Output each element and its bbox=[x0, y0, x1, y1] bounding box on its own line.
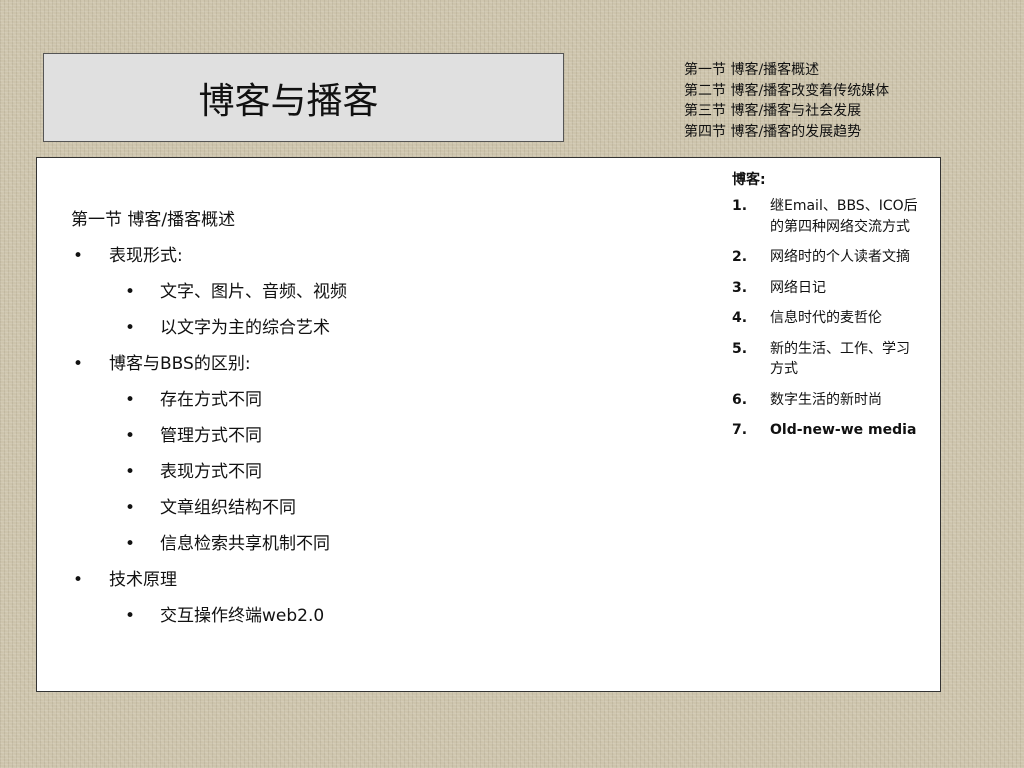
item-number: 2. bbox=[732, 249, 748, 265]
bullet: • bbox=[125, 498, 136, 518]
sub-list-item-text: 文字、图片、音频、视频 bbox=[160, 282, 347, 302]
item-text: 网络日记 bbox=[770, 279, 826, 296]
list-item: • 博客与BBS的区别: bbox=[71, 346, 347, 382]
sub-list-item: • 以文字为主的综合艺术 bbox=[71, 310, 347, 346]
sub-list-item: • 表现方式不同 bbox=[71, 454, 347, 490]
slide-title: 博客与播客 bbox=[198, 80, 379, 122]
list-item-text: 博客与BBS的区别: bbox=[109, 354, 251, 374]
main-outline: 第一节 博客/播客概述 • 表现形式: • 文字、图片、音频、视频 • 以文字为… bbox=[71, 202, 347, 634]
side-list-item: 4. 信息时代的麦哲伦 bbox=[732, 308, 922, 329]
toc-item: 第四节 博客/播客的发展趋势 bbox=[684, 123, 862, 140]
list-item: • 表现形式: bbox=[71, 238, 347, 274]
sub-list-item-text: 存在方式不同 bbox=[160, 390, 262, 410]
toc-item: 第三节 博客/播客与社会发展 bbox=[684, 103, 862, 119]
item-text: 新的生活、工作、学习方式 bbox=[770, 340, 910, 378]
item-text: 信息时代的麦哲伦 bbox=[770, 310, 882, 326]
sub-list-item-text: 信息检索共享机制不同 bbox=[160, 534, 330, 554]
toc-item: 第二节 博客/播客改变着传统媒体 bbox=[684, 82, 890, 99]
section-heading: 第一节 博客/播客概述 bbox=[71, 202, 347, 238]
sub-list-item-text: 管理方式不同 bbox=[160, 426, 262, 446]
bullet: • bbox=[73, 246, 84, 266]
item-text: 继Email、BBS、ICO后的第四种网络交流方式 bbox=[770, 198, 918, 235]
side-heading: 博客: bbox=[732, 172, 766, 188]
sub-list-item-text: 文章组织结构不同 bbox=[160, 498, 296, 518]
content-panel: 第一节 博客/播客概述 • 表现形式: • 文字、图片、音频、视频 • 以文字为… bbox=[36, 157, 941, 692]
table-of-contents: 第一节 博客/播客概述 第二节 博客/播客改变着传统媒体 第三节 博客/播客与社… bbox=[684, 60, 889, 142]
sub-list-item-text: 以文字为主的综合艺术 bbox=[160, 318, 330, 338]
item-number: 3. bbox=[732, 279, 748, 296]
item-number: 7. bbox=[732, 422, 748, 438]
sub-list-item: • 文字、图片、音频、视频 bbox=[71, 274, 347, 310]
sub-list-item: • 信息检索共享机制不同 bbox=[71, 526, 347, 562]
bullet: • bbox=[125, 606, 136, 626]
item-text: 网络时的个人读者文摘 bbox=[770, 249, 910, 265]
sub-list-item: • 交互操作终端web2.0 bbox=[71, 598, 347, 634]
title-box: 博客与播客 bbox=[43, 53, 564, 142]
sub-list-item-text: 表现方式不同 bbox=[160, 462, 262, 482]
bullet: • bbox=[125, 426, 136, 446]
side-list: 博客: 1. 继Email、BBS、ICO后的第四种网络交流方式 2. 网络时的… bbox=[732, 170, 922, 451]
sub-list-item: • 文章组织结构不同 bbox=[71, 490, 347, 526]
toc-item: 第一节 博客/播客概述 bbox=[684, 62, 820, 78]
item-number: 6. bbox=[732, 391, 748, 408]
side-list-item: 5. 新的生活、工作、学习方式 bbox=[732, 339, 922, 380]
bullet: • bbox=[125, 318, 136, 338]
bullet: • bbox=[73, 354, 84, 374]
list-item-text: 技术原理 bbox=[109, 570, 177, 590]
side-list-item: 6. 数字生活的新时尚 bbox=[732, 390, 922, 411]
bullet: • bbox=[73, 570, 84, 590]
bullet: • bbox=[125, 462, 136, 482]
item-text: Old-new-we media bbox=[770, 422, 917, 438]
bullet: • bbox=[125, 390, 136, 410]
list-item: • 技术原理 bbox=[71, 562, 347, 598]
side-list-item: 2. 网络时的个人读者文摘 bbox=[732, 247, 922, 268]
item-text: 数字生活的新时尚 bbox=[770, 391, 882, 408]
side-list-item: 1. 继Email、BBS、ICO后的第四种网络交流方式 bbox=[732, 196, 922, 237]
sub-list-item: • 存在方式不同 bbox=[71, 382, 347, 418]
side-list-item: 3. 网络日记 bbox=[732, 278, 922, 299]
item-number: 1. bbox=[732, 198, 748, 214]
bullet: • bbox=[125, 282, 136, 302]
bullet: • bbox=[125, 534, 136, 554]
sub-list-item-text: 交互操作终端web2.0 bbox=[160, 606, 325, 626]
item-number: 5. bbox=[732, 340, 748, 357]
sub-list-item: • 管理方式不同 bbox=[71, 418, 347, 454]
section-title: 第一节 博客/播客概述 bbox=[71, 210, 236, 230]
item-number: 4. bbox=[732, 310, 748, 326]
side-list-item: 7. Old-new-we media bbox=[732, 420, 922, 441]
list-item-text: 表现形式: bbox=[109, 246, 183, 266]
